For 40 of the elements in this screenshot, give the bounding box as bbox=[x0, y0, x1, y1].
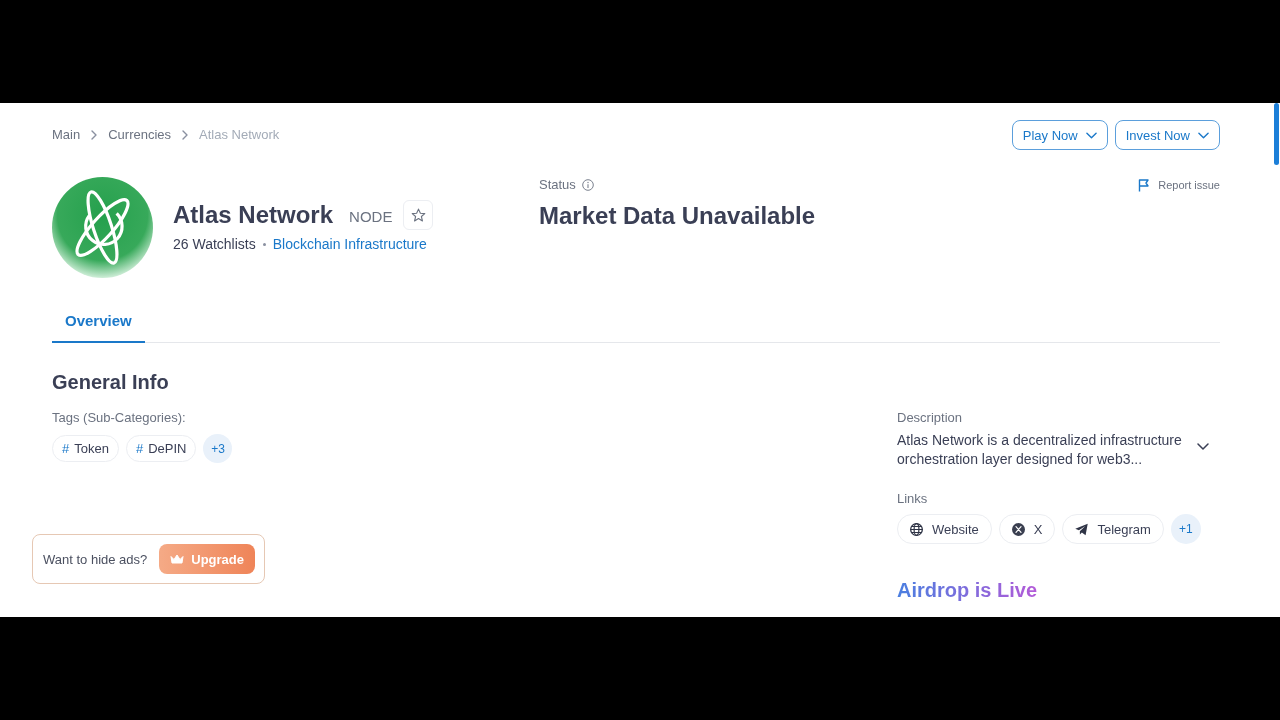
dropdown-button[interactable]: Invest Now bbox=[1114, 120, 1220, 150]
status-label: Status bbox=[539, 176, 576, 194]
category-link[interactable]: Blockchain Infrastructure bbox=[272, 234, 427, 254]
report-issue-link[interactable]: Report issue bbox=[1138, 176, 1220, 194]
x-logo-icon bbox=[1011, 522, 1025, 536]
globe-icon bbox=[910, 522, 923, 536]
link-chip[interactable]: Telegram bbox=[1062, 514, 1164, 544]
breadcrumb-link[interactable]: Currencies bbox=[108, 126, 172, 144]
tab[interactable]: Overview bbox=[52, 299, 145, 343]
breadcrumb-link[interactable]: Main bbox=[52, 126, 81, 144]
tag-chip[interactable]: # DePIN bbox=[125, 435, 197, 462]
dot-separator-icon bbox=[262, 242, 266, 246]
paper-plane-icon bbox=[1075, 522, 1089, 536]
link-chip[interactable]: Website bbox=[897, 514, 992, 544]
description-text: Atlas Network is a decentralized infrastructure orchestration layer designed for web3... bbox=[897, 431, 1183, 469]
flag-icon bbox=[1138, 178, 1151, 192]
tags-label: Tags (Sub-Categories): bbox=[52, 409, 186, 427]
chevron-down-icon[interactable] bbox=[1197, 443, 1209, 450]
dropdown-button[interactable]: Play Now bbox=[1011, 120, 1108, 150]
chevron-right-icon bbox=[182, 130, 189, 140]
coin-ticker: NODE bbox=[349, 207, 393, 227]
links-label: Links bbox=[897, 490, 928, 508]
status-value: Market Data Unavailable bbox=[539, 201, 816, 231]
scrollbar-thumb[interactable] bbox=[1274, 103, 1279, 165]
link-chip[interactable]: X bbox=[998, 514, 1056, 544]
ad-text: Want to hide ads? bbox=[43, 551, 148, 567]
section-title: General Info bbox=[52, 370, 169, 395]
tag-chip[interactable]: # Token bbox=[52, 435, 119, 462]
coin-name: Atlas Network bbox=[173, 200, 334, 230]
info-icon[interactable] bbox=[581, 179, 594, 191]
description-label: Description bbox=[897, 409, 963, 427]
more-links-chip[interactable]: +1 bbox=[1170, 514, 1201, 544]
watchlist-count: 26 Watchlists bbox=[173, 235, 256, 254]
more-tags-chip[interactable]: +3 bbox=[203, 434, 233, 463]
chevron-down-icon bbox=[1085, 131, 1097, 139]
breadcrumb-current-page: Atlas Network bbox=[199, 126, 280, 144]
chevron-right-icon bbox=[91, 130, 98, 140]
chevron-down-icon bbox=[1198, 131, 1209, 139]
watchlist-button[interactable] bbox=[403, 200, 434, 230]
crown-icon bbox=[170, 553, 185, 565]
